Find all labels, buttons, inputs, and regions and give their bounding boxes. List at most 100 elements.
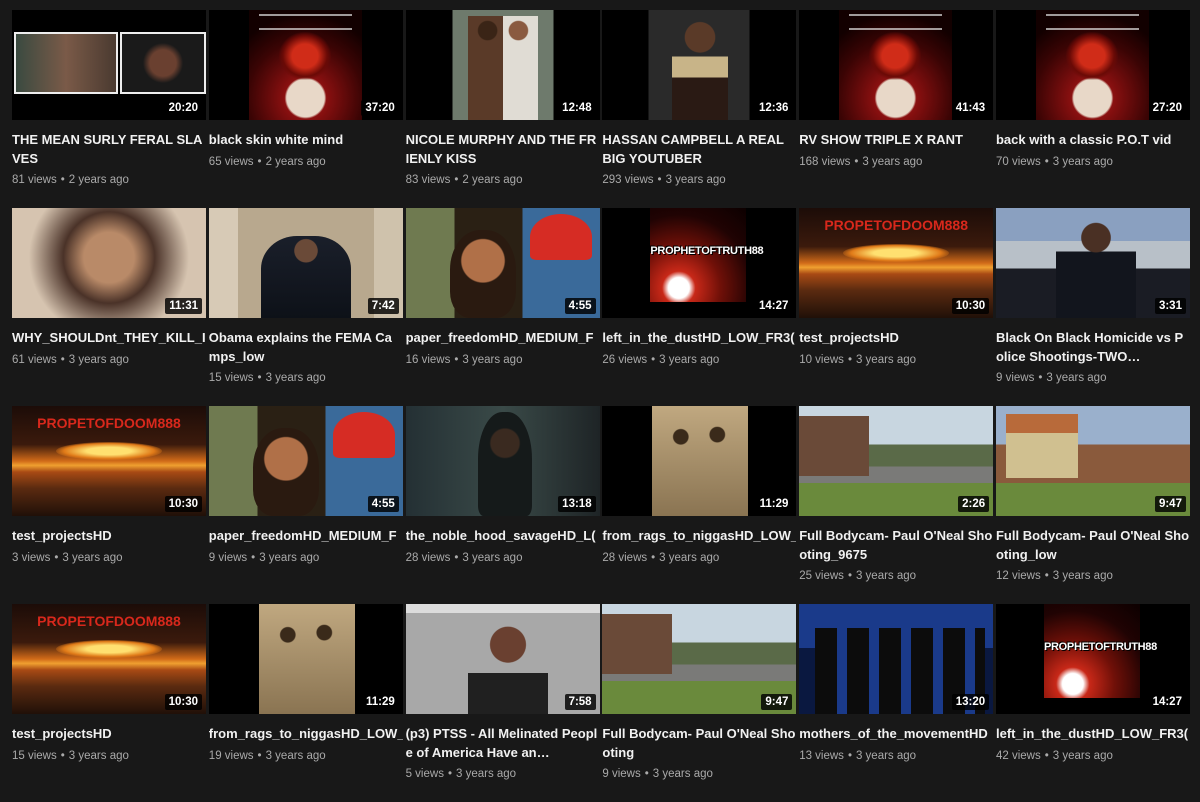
video-stats: 3 views • 3 years ago: [12, 552, 206, 564]
video-card[interactable]: 20:20 THE MEAN SURLY FERAL SLAVES 81 views…: [12, 10, 206, 208]
video-thumbnail[interactable]: PROPHETOFTRUTH88 14:27: [602, 208, 797, 318]
video-title[interactable]: RV SHOW TRIPLE X RANT: [799, 131, 993, 150]
video-title[interactable]: Full Bodycam- Paul O'Neal Shooting: [602, 725, 796, 762]
video-title[interactable]: (p3) PTSS - All Melinated People of Amer…: [406, 725, 600, 762]
video-card[interactable]: PROPETOFDOOM888 10:30 test_projectsHD 3 vie…: [12, 406, 206, 604]
video-stats: 83 views • 2 years ago: [406, 174, 600, 186]
video-card[interactable]: 2:26 Full Bodycam- Paul O'Neal Shooting_9…: [799, 406, 994, 604]
video-card[interactable]: 9:47 Full Bodycam- Paul O'Neal Shooting 9 …: [602, 604, 797, 802]
video-details: Full Bodycam- Paul O'Neal Shooting_low 12…: [996, 516, 1190, 582]
video-thumbnail[interactable]: 11:29: [602, 406, 797, 516]
video-card[interactable]: 4:55 paper_freedomHD_MEDIUM_F 16 views • 3 y…: [405, 208, 600, 406]
separator-dot: •: [1044, 749, 1049, 762]
video-thumbnail[interactable]: 13:18: [405, 406, 600, 516]
view-count: 9 views: [208, 551, 248, 564]
video-thumbnail[interactable]: 11:29: [208, 604, 403, 714]
separator-dot: •: [60, 353, 65, 366]
video-thumbnail[interactable]: PROPETOFDOOM888 10:30: [799, 208, 994, 318]
video-card[interactable]: 37:20 black skin white mind 65 views • 2 yea…: [208, 10, 403, 208]
upload-age: 2 years ago: [265, 155, 326, 168]
separator-dot: •: [657, 174, 662, 186]
video-thumbnail[interactable]: 41:43: [799, 10, 994, 120]
view-count: 70 views: [995, 155, 1041, 168]
video-title[interactable]: WHY_SHOULDnt_THEY_KILL_I: [12, 329, 206, 348]
video-card[interactable]: 12:36 HASSAN CAMPBELL A REAL BIG YOUTUBER…: [602, 10, 797, 208]
duration-badge: 2:26: [958, 496, 990, 512]
video-card[interactable]: PROPHETOFTRUTH88 14:27 left_in_the_dustHD_…: [995, 604, 1190, 802]
video-card[interactable]: 13:20 mothers_of_the_movementHD 13 views • 3…: [799, 604, 994, 802]
video-card[interactable]: 3:31 Black On Black Homicide vs Police Sh…: [995, 208, 1190, 406]
video-card[interactable]: PROPETOFDOOM888 10:30 test_projectsHD 15 vi…: [12, 604, 206, 802]
video-title[interactable]: HASSAN CAMPBELL A REAL BIG YOUTUBER: [602, 131, 796, 168]
video-title[interactable]: from_rags_to_niggasHD_LOW_: [602, 527, 796, 546]
video-title[interactable]: the_noble_hood_savageHD_L(: [406, 527, 600, 546]
video-title[interactable]: THE MEAN SURLY FERAL SLAVES: [12, 131, 206, 168]
video-card[interactable]: 11:29 from_rags_to_niggasHD_LOW_ 19 views •…: [208, 604, 403, 802]
thumbnail-text: PROPHETOFTRUTH88: [650, 245, 764, 257]
video-title[interactable]: Obama explains the FEMA Camps_low: [209, 329, 403, 366]
video-title[interactable]: test_projectsHD: [799, 329, 993, 348]
video-title[interactable]: Black On Black Homicide vs Police Shooti…: [996, 329, 1190, 366]
video-title[interactable]: mothers_of_the_movementHD: [799, 725, 993, 744]
duration-badge: 20:20: [164, 100, 202, 116]
video-thumbnail[interactable]: PROPETOFDOOM888 10:30: [12, 604, 206, 714]
separator-dot: •: [651, 353, 656, 366]
upload-age: 3 years ago: [1052, 749, 1113, 762]
video-thumbnail[interactable]: 3:31: [995, 208, 1190, 318]
video-thumbnail[interactable]: 7:42: [208, 208, 403, 318]
video-card[interactable]: 13:18 the_noble_hood_savageHD_L(28 views •…: [405, 406, 600, 604]
video-thumbnail[interactable]: 37:20: [208, 10, 403, 120]
video-thumbnail[interactable]: PROPETOFDOOM888 10:30: [12, 406, 206, 516]
video-thumbnail[interactable]: 13:20: [799, 604, 994, 714]
duration-badge: 14:27: [1148, 694, 1186, 710]
video-title[interactable]: from_rags_to_niggasHD_LOW_: [209, 725, 403, 744]
video-card[interactable]: 7:42 Obama explains the FEMA Camps_low 15 …: [208, 208, 403, 406]
duration-badge: 7:42: [367, 298, 399, 314]
video-thumbnail[interactable]: 4:55: [405, 208, 600, 318]
video-card[interactable]: 11:29 from_rags_to_niggasHD_LOW_ 28 views •…: [602, 406, 797, 604]
poster-art: [839, 10, 953, 120]
video-card[interactable]: 41:43 RV SHOW TRIPLE X RANT 168 views • 3 ye…: [799, 10, 994, 208]
video-thumbnail[interactable]: 2:26: [799, 406, 994, 516]
video-stats: 12 views • 3 years ago: [996, 570, 1190, 582]
video-thumbnail[interactable]: 20:20: [12, 10, 206, 120]
video-title[interactable]: test_projectsHD: [12, 527, 206, 546]
duration-badge: 9:47: [1154, 496, 1186, 512]
video-thumbnail[interactable]: 7:58: [405, 604, 600, 714]
video-title[interactable]: paper_freedomHD_MEDIUM_F: [209, 527, 403, 546]
video-thumbnail[interactable]: 12:36: [602, 10, 797, 120]
video-card[interactable]: 9:47 Full Bodycam- Paul O'Neal Shooting_l…: [995, 406, 1190, 604]
video-title[interactable]: paper_freedomHD_MEDIUM_F: [406, 329, 600, 348]
upload-age: 3 years ago: [1052, 155, 1113, 168]
upload-age: 3 years ago: [265, 749, 326, 762]
video-title[interactable]: Full Bodycam- Paul O'Neal Shooting_low: [996, 527, 1190, 564]
video-card[interactable]: PROPETOFDOOM888 10:30 test_projectsHD 10 vi…: [799, 208, 994, 406]
video-card[interactable]: 11:31 WHY_SHOULDnt_THEY_KILL_I 61 views • 3 …: [12, 208, 206, 406]
video-thumbnail[interactable]: 11:31: [12, 208, 206, 318]
duration-badge: 10:30: [951, 298, 990, 314]
video-title[interactable]: left_in_the_dustHD_LOW_FR3(: [996, 725, 1190, 744]
video-title[interactable]: black skin white mind: [209, 131, 403, 150]
video-card[interactable]: 27:20 back with a classic P.O.T vid 70 vie…: [995, 10, 1190, 208]
separator-dot: •: [644, 768, 649, 780]
video-thumbnail[interactable]: 27:20: [995, 10, 1190, 120]
video-card[interactable]: PROPHETOFTRUTH88 14:27 left_in_the_dustHD_…: [602, 208, 797, 406]
video-thumbnail[interactable]: 9:47: [602, 604, 797, 714]
video-card[interactable]: 12:48 NICOLE MURPHY AND THE FRIENLY KISS 8…: [405, 10, 600, 208]
video-card[interactable]: 7:58 (p3) PTSS - All Melinated People of …: [405, 604, 600, 802]
upload-age: 2 years ago: [68, 174, 129, 186]
separator-dot: •: [54, 551, 59, 564]
video-title[interactable]: Full Bodycam- Paul O'Neal Shooting_9675: [799, 527, 993, 564]
video-title[interactable]: back with a classic P.O.T vid: [996, 131, 1190, 150]
upload-age: 3 years ago: [652, 768, 713, 780]
video-title[interactable]: left_in_the_dustHD_LOW_FR3(: [602, 329, 796, 348]
video-title[interactable]: test_projectsHD: [12, 725, 206, 744]
video-details: HASSAN CAMPBELL A REAL BIG YOUTUBER 293 v…: [602, 120, 796, 186]
video-card[interactable]: 4:55 paper_freedomHD_MEDIUM_F 9 views • 3 ye…: [208, 406, 403, 604]
separator-dot: •: [1044, 155, 1049, 168]
video-thumbnail[interactable]: PROPHETOFTRUTH88 14:27: [995, 604, 1190, 714]
video-title[interactable]: NICOLE MURPHY AND THE FRIENLY KISS: [406, 131, 600, 168]
video-thumbnail[interactable]: 4:55: [208, 406, 403, 516]
video-thumbnail[interactable]: 9:47: [995, 406, 1190, 516]
video-thumbnail[interactable]: 12:48: [405, 10, 600, 120]
